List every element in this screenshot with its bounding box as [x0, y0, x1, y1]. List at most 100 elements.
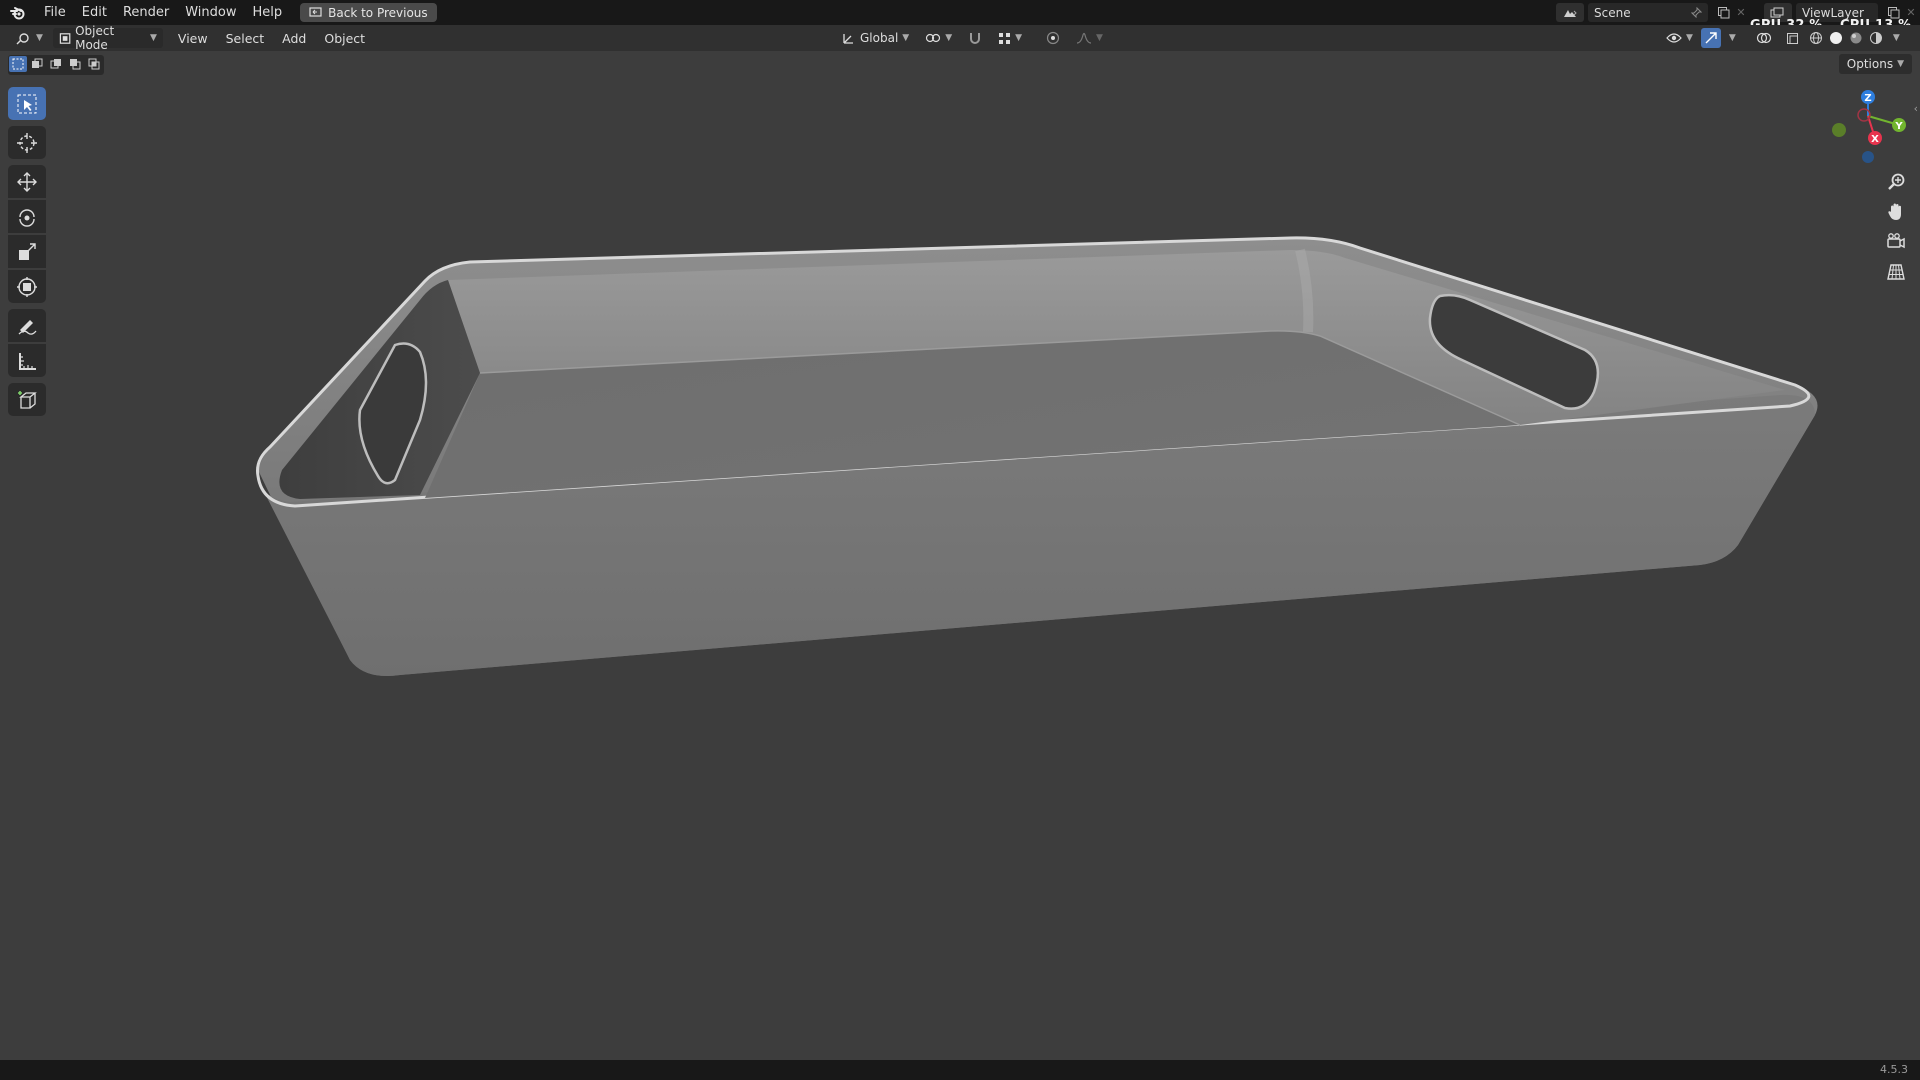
- annotate-pencil-icon: [18, 319, 37, 335]
- solid-sphere-icon: [1829, 32, 1842, 44]
- grid-perspective-icon: [1887, 264, 1905, 280]
- menu-window[interactable]: Window: [177, 0, 244, 25]
- scale-icon: [19, 242, 36, 260]
- show-gizmo-toggle[interactable]: [1700, 28, 1721, 48]
- show-overlays-toggle[interactable]: [1750, 28, 1778, 48]
- options-label: Options: [1846, 57, 1894, 71]
- orientation-global-icon: [843, 34, 853, 44]
- viewport-header: ▼ Object Mode ▼ View Select Add Object G…: [0, 24, 1920, 52]
- proportional-edit-icon: [1046, 31, 1060, 45]
- gizmo-y-label: Y: [1894, 121, 1903, 132]
- pivot-point-dropdown[interactable]: ▼: [919, 28, 958, 48]
- eye-icon: [1666, 33, 1682, 43]
- header-menu-object[interactable]: Object: [315, 31, 374, 46]
- gizmo-dropdown[interactable]: ▼: [1723, 28, 1742, 48]
- shading-solid-button[interactable]: [1827, 28, 1845, 48]
- gizmo-x-label: X: [1871, 134, 1879, 145]
- tool-transform[interactable]: [8, 270, 46, 303]
- wireframe-sphere-icon: [1809, 32, 1822, 44]
- navigation-gizmo[interactable]: Z Y X: [1820, 84, 1920, 174]
- tray-object[interactable]: [256, 236, 1818, 676]
- shading-wireframe-button[interactable]: [1807, 28, 1825, 48]
- back-to-previous-button[interactable]: Back to Previous: [300, 3, 437, 22]
- pin-icon[interactable]: [1691, 7, 1702, 18]
- shading-dropdown[interactable]: ▼: [1887, 28, 1906, 48]
- tool-add-cube[interactable]: [8, 383, 46, 416]
- tool-move[interactable]: [8, 165, 46, 198]
- pan-view-button[interactable]: [1882, 198, 1910, 226]
- 3d-viewport-icon: [16, 33, 29, 45]
- screen-back-icon: [309, 7, 322, 17]
- gizmo-neg-z[interactable]: [1862, 151, 1874, 163]
- proportional-editing-toggle[interactable]: [1040, 28, 1066, 48]
- gizmo-neg-y[interactable]: [1832, 123, 1846, 137]
- editor-type-button[interactable]: ▼: [10, 28, 49, 48]
- top-menu-bar: File Edit Render Window Help Back to Pre…: [0, 0, 1920, 33]
- pivot-icon: [926, 33, 941, 43]
- mode-label: Object Mode: [75, 24, 115, 52]
- transform-icon: [17, 276, 37, 297]
- new-scene-icon[interactable]: [1714, 4, 1732, 22]
- gizmo-z-label: Z: [1864, 93, 1871, 104]
- hand-icon: [1888, 203, 1901, 220]
- menu-edit[interactable]: Edit: [74, 0, 115, 25]
- falloff-curve-icon: [1076, 32, 1092, 44]
- snap-toggle[interactable]: [962, 28, 988, 48]
- toggle-xray-button[interactable]: [1780, 28, 1805, 48]
- overlays-icon: [1756, 32, 1771, 44]
- options-dropdown[interactable]: Options ▼: [1838, 54, 1912, 74]
- render-layers-icon: [1770, 7, 1784, 17]
- add-cube-icon: [18, 390, 37, 409]
- tool-scale[interactable]: [8, 235, 46, 268]
- select-box-icon: [17, 94, 37, 113]
- version-label: 4.5.3: [1880, 1063, 1908, 1076]
- header-menu-view[interactable]: View: [169, 31, 217, 46]
- magnet-icon: [970, 33, 981, 44]
- snap-grid-icon: [999, 32, 1011, 44]
- tool-select-box[interactable]: [8, 87, 46, 120]
- scene-name: Scene: [1594, 5, 1631, 20]
- rotate-icon: [19, 208, 35, 227]
- delete-scene-icon[interactable]: ✕: [1732, 4, 1750, 22]
- tool-shelf: [8, 87, 48, 422]
- menu-file[interactable]: File: [36, 0, 74, 25]
- shading-material-button[interactable]: [1847, 28, 1865, 48]
- status-bar: 4.5.3: [0, 1060, 1920, 1080]
- zoom-magnifier-icon: [1888, 173, 1905, 190]
- cursor-icon: [17, 132, 37, 153]
- shading-rendered-button[interactable]: [1867, 28, 1885, 48]
- tool-annotate[interactable]: [8, 309, 46, 342]
- menu-render[interactable]: Render: [115, 0, 177, 25]
- menu-help[interactable]: Help: [245, 0, 291, 25]
- object-visibility-dropdown[interactable]: ▼: [1660, 28, 1699, 48]
- camera-view-button[interactable]: [1882, 228, 1910, 256]
- zoom-view-button[interactable]: [1882, 168, 1910, 196]
- tool-cursor[interactable]: [8, 126, 46, 159]
- chevron-down-icon: ▼: [36, 33, 43, 43]
- transform-orientation-label: Global: [860, 31, 899, 45]
- move-icon: [17, 171, 37, 192]
- xray-icon: [1786, 32, 1798, 44]
- measure-ruler-icon: [19, 352, 36, 370]
- chevron-down-icon: ▼: [1897, 59, 1904, 69]
- blender-logo-icon[interactable]: [0, 0, 36, 25]
- chevron-down-icon: ▼: [150, 33, 157, 43]
- back-to-previous-label: Back to Previous: [328, 5, 428, 20]
- mode-dropdown[interactable]: Object Mode ▼: [52, 24, 163, 52]
- camera-icon: [1887, 233, 1905, 249]
- snap-target-dropdown[interactable]: ▼: [992, 28, 1028, 48]
- scene-icon: [1564, 9, 1577, 17]
- toggle-projection-button[interactable]: [1882, 258, 1910, 286]
- scene-name-field[interactable]: Scene: [1588, 3, 1708, 22]
- rendered-sphere-icon: [1869, 32, 1882, 44]
- tool-measure[interactable]: [8, 344, 46, 377]
- material-sphere-icon: [1850, 32, 1862, 44]
- scene-selector-button[interactable]: [1556, 3, 1584, 22]
- transform-orientation-dropdown[interactable]: Global ▼: [836, 28, 915, 48]
- header-menu-add[interactable]: Add: [273, 31, 315, 46]
- header-menu-select[interactable]: Select: [217, 31, 274, 46]
- viewport-canvas[interactable]: [0, 51, 1920, 1059]
- proportional-falloff-dropdown[interactable]: ▼: [1070, 28, 1109, 48]
- gizmo-icon: [1705, 32, 1717, 44]
- tool-rotate[interactable]: [8, 200, 46, 233]
